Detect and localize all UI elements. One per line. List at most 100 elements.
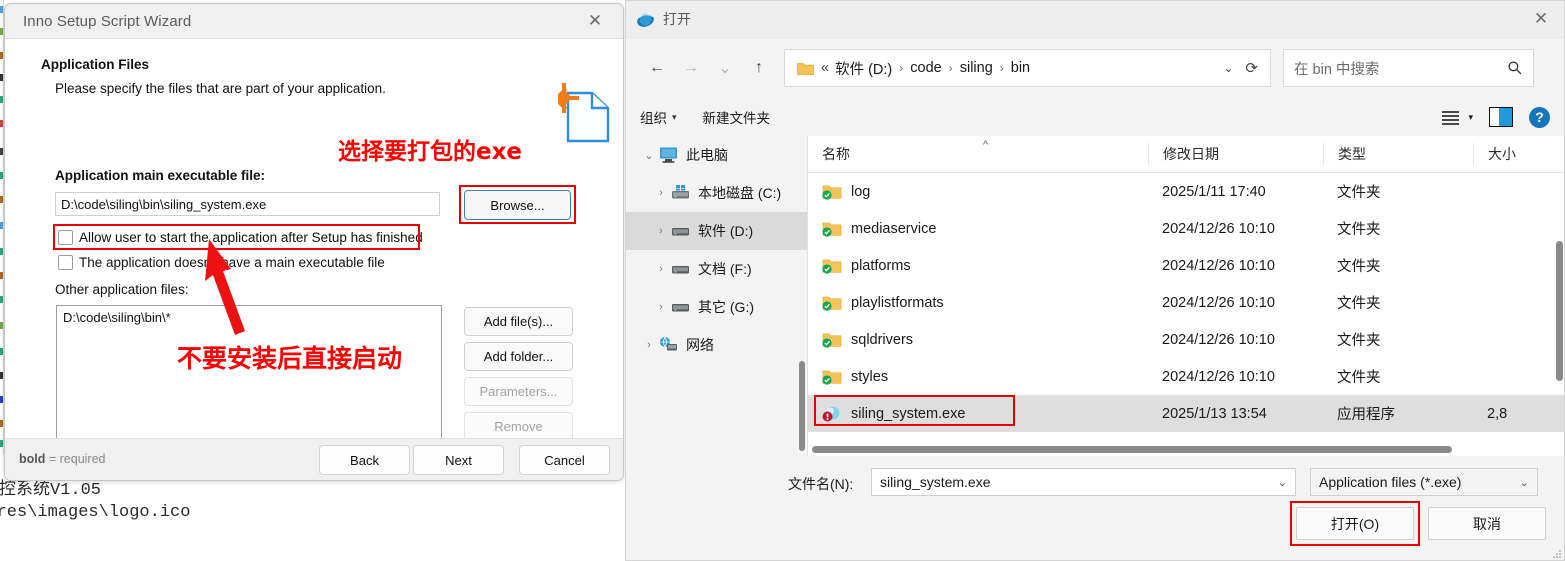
file-type-cell: 文件夹 [1337,185,1381,201]
up-icon[interactable]: ↑ [742,51,776,85]
open-file-dialog: 打开 ✕ ← → ⌄ ↑ « 软件 (D:) › code › siling ›… [625,0,1565,561]
column-header-size[interactable]: 大小 [1473,143,1563,165]
breadcrumb[interactable]: « 软件 (D:) › code › siling › bin [821,58,1223,79]
search-icon[interactable] [1507,60,1523,76]
inno-page-body: Application Files Please specify the fil… [5,39,623,452]
cancel-button[interactable]: 取消 [1428,507,1546,540]
breadcrumb-item-code[interactable]: code [910,60,941,76]
resize-grip-icon[interactable] [1551,548,1562,559]
chevron-right-icon[interactable]: › [652,187,670,199]
search-input[interactable]: 在 bin 中搜索 [1283,49,1534,87]
file-name-cell[interactable]: styles [808,368,1148,386]
chevron-down-icon[interactable]: ▾ [1468,112,1473,123]
new-document-icon [558,83,610,143]
new-folder-button[interactable]: 新建文件夹 [703,107,771,127]
chevron-right-icon[interactable]: › [640,339,658,351]
breadcrumb-separator-icon: › [999,61,1004,75]
sidebar-item-local-disk-c[interactable]: › 本地磁盘 (C:) [626,174,807,212]
sidebar-item-software-d[interactable]: › 软件 (D:) [626,212,807,250]
chevron-down-icon[interactable]: ⌄ [1520,476,1529,489]
preview-pane-left [1490,108,1499,126]
network-icon [660,336,677,351]
file-date-cell: 2025/1/13 13:54 [1162,405,1267,422]
view-list-icon[interactable] [1441,110,1460,125]
required-legend-rest: = required [45,452,106,466]
add-folder-button[interactable]: Add folder... [464,342,573,371]
file-type-filter-select[interactable]: Application files (*.exe) ⌄ [1310,468,1538,496]
checkbox-box[interactable] [58,255,73,270]
command-bar-right-group: ▾ ? [1425,98,1550,136]
file-name-cell[interactable]: siling_system.exe [808,405,1148,423]
open-dialog-titlebar: 打开 ✕ [626,1,1564,38]
view-options-button[interactable]: ▾ [1441,110,1473,125]
table-row[interactable]: sqldrivers 2024/12/26 10:10 文件夹 [808,321,1564,358]
add-files-button[interactable]: Add file(s)... [464,307,573,336]
table-row[interactable]: platforms 2024/12/26 10:10 文件夹 [808,247,1564,284]
page-subtitle: Please specify the files that are part o… [55,81,386,96]
forward-icon[interactable]: → [674,51,708,85]
table-row[interactable]: mediaservice 2024/12/26 10:10 文件夹 [808,210,1564,247]
chevron-down-icon[interactable]: ⌄ [1278,476,1287,489]
recent-locations-icon[interactable]: ⌄ [708,51,742,85]
file-list-horizontal-scrollbar-track[interactable] [808,444,1564,456]
cancel-button[interactable]: Cancel [519,445,610,475]
file-name-cell[interactable]: playlistformats [808,294,1148,312]
chevron-right-icon[interactable]: › [652,263,670,275]
navigation-tree: ⌄ 此电脑 › 本地磁盘 (C:) › 软件 (D:) › 文档 (F:) › … [626,136,808,456]
back-icon[interactable]: ← [640,51,674,85]
back-button[interactable]: Back [319,445,410,475]
breadcrumb-overflow-icon[interactable]: « [821,60,829,76]
next-button[interactable]: Next [413,445,504,475]
breadcrumb-item-siling[interactable]: siling [960,60,993,76]
sidebar-item-this-pc[interactable]: ⌄ 此电脑 [626,136,807,174]
chevron-right-icon[interactable]: › [652,301,670,313]
organize-button[interactable]: 组织 ▾ [640,107,677,127]
required-legend-bold: bold [19,452,46,466]
table-row[interactable]: log 2025/1/11 17:40 文件夹 [808,173,1564,210]
highlight-open-button [1290,501,1420,546]
chevron-right-icon[interactable]: › [652,225,670,237]
file-type-filter-value: Application files (*.exe) [1319,474,1462,490]
close-icon[interactable]: ✕ [1518,1,1564,37]
sidebar-item-documents-f[interactable]: › 文档 (F:) [626,250,807,288]
file-name-label: siling_system.exe [851,405,966,422]
address-bar[interactable]: « 软件 (D:) › code › siling › bin ⌄ ⟳ [784,49,1271,87]
file-date-cell: 2025/1/11 17:40 [1162,183,1266,200]
file-name-cell[interactable]: mediaservice [808,220,1148,238]
file-list-vertical-scrollbar[interactable] [1556,241,1563,381]
column-header-name[interactable]: 名称 [808,143,1148,165]
column-header-type[interactable]: 类型 [1323,143,1473,165]
red-arrow-annotation-icon [205,239,245,335]
breadcrumb-item-bin[interactable]: bin [1011,60,1030,76]
preview-pane-icon[interactable] [1489,107,1513,127]
chevron-down-icon[interactable]: ⌄ [640,149,658,162]
file-name-cell[interactable]: sqldrivers [808,331,1148,349]
folder-sync-icon [822,259,842,274]
preview-pane-right [1498,108,1512,126]
table-row[interactable]: playlistformats 2024/12/26 10:10 文件夹 [808,284,1564,321]
table-row[interactable]: styles 2024/12/26 10:10 文件夹 [808,358,1564,395]
file-date-cell: 2024/12/26 10:10 [1162,257,1275,274]
file-type-cell: 文件夹 [1337,222,1381,238]
column-header-date[interactable]: 修改日期 [1148,143,1323,165]
folder-sync-icon [822,333,842,348]
file-name-cell[interactable]: platforms [808,257,1148,275]
table-row[interactable]: siling_system.exe 2025/1/13 13:54 应用程序 2… [808,395,1564,432]
sidebar-item-other-g[interactable]: › 其它 (G:) [626,288,807,326]
file-name-cell[interactable]: log [808,183,1148,201]
dialog-bottom-bar: 文件名(N): siling_system.exe ⌄ Application … [626,456,1564,560]
file-list-horizontal-scrollbar-thumb[interactable] [812,446,1452,453]
sidebar-item-label: 文档 (F:) [698,261,752,277]
breadcrumb-item-drive[interactable]: 软件 (D:) [835,58,892,79]
help-icon[interactable]: ? [1529,106,1550,128]
chevron-down-icon[interactable]: ⌄ [1223,61,1233,75]
filename-input[interactable]: siling_system.exe ⌄ [871,468,1296,496]
computer-icon [660,147,677,163]
page-title: Application Files [41,57,150,72]
tree-scrollbar-thumb[interactable] [799,361,805,451]
sidebar-item-network[interactable]: › 网络 [626,326,807,364]
file-name-label: sqldrivers [851,331,914,348]
close-icon[interactable]: ✕ [573,4,617,38]
refresh-icon[interactable]: ⟳ [1245,59,1258,77]
main-executable-input[interactable]: D:\code\siling\bin\siling_system.exe [55,192,440,216]
